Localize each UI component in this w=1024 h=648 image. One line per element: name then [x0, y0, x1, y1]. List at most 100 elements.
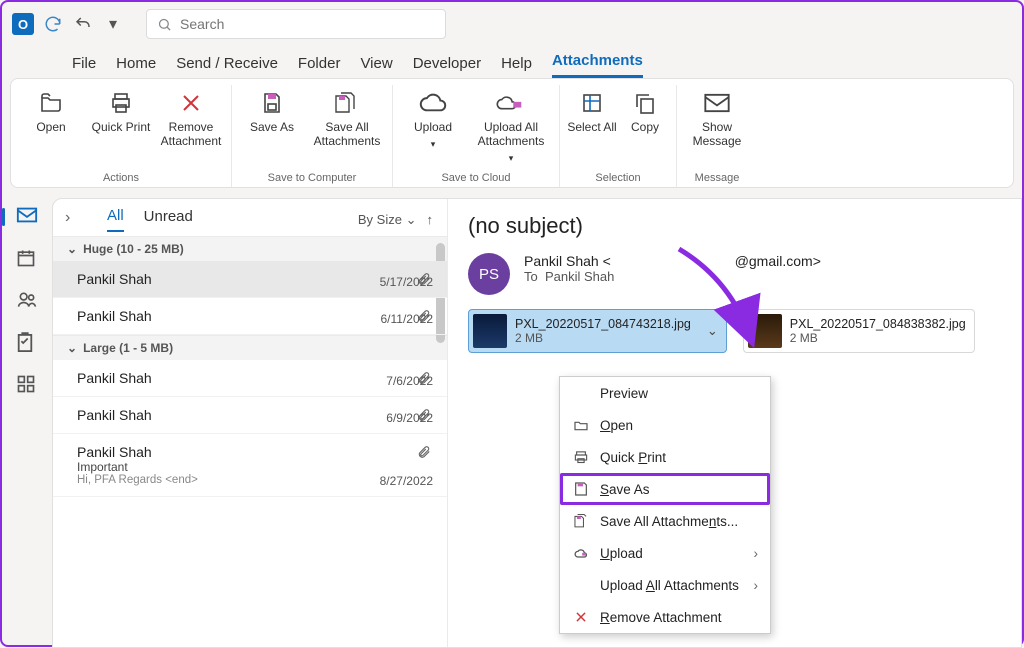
ribbon: Open Quick Print Remove Attachment Actio… — [10, 78, 1014, 188]
floppy-multi-icon — [331, 89, 363, 117]
apps-icon[interactable] — [16, 374, 38, 396]
upload-button[interactable]: Upload▾ — [399, 85, 467, 169]
menu-quick-print[interactable]: Quick Print — [560, 441, 770, 473]
sort-direction-icon[interactable]: ↑ — [427, 212, 434, 227]
sync-icon[interactable] — [42, 13, 64, 35]
ribbon-group-save-computer: Save As Save All Attachments Save to Com… — [232, 85, 393, 187]
attachment-row: PXL_20220517_084743218.jpg 2 MB ⌄ PXL_20… — [468, 309, 1001, 353]
message-item[interactable]: Pankil Shah Important Hi, PFA Regards <e… — [53, 434, 447, 497]
tasks-icon[interactable] — [16, 332, 38, 354]
x-icon — [572, 608, 590, 626]
message-list: › All Unread By Size ⌄ ↑ ⌄Huge (10 - 25 … — [53, 199, 448, 647]
menu-preview[interactable]: Preview — [560, 377, 770, 409]
from-info: Pankil Shah < @gmail.com> To Pankil Shah — [524, 253, 821, 284]
ribbon-group-label: Save to Computer — [268, 169, 357, 187]
ribbon-group-selection: Select All Copy Selection — [560, 85, 677, 187]
attachment-name: PXL_20220517_084838382.jpg — [790, 317, 966, 331]
ribbon-group-label: Message — [695, 169, 740, 187]
envelope-icon — [701, 89, 733, 117]
open-button[interactable]: Open — [17, 85, 85, 169]
chevron-down-icon[interactable]: ⌄ — [707, 323, 718, 339]
left-rail — [2, 198, 52, 648]
message-item[interactable]: Pankil Shah 6/9/2022 — [53, 397, 447, 434]
message-item[interactable]: Pankil Shah 7/6/2022 — [53, 360, 447, 397]
menu-save-all[interactable]: Save All Attachments... — [560, 505, 770, 537]
chevron-down-icon[interactable]: ▾ — [102, 13, 124, 35]
chevron-down-icon: ⌄ — [67, 242, 77, 256]
sort-dropdown[interactable]: By Size ⌄ — [358, 212, 417, 228]
folder-open-icon — [572, 416, 590, 434]
filter-bar: All Unread By Size ⌄ ↑ — [53, 199, 447, 236]
ribbon-group-save-cloud: Upload▾ Upload All Attachments▾ Save to … — [393, 85, 560, 187]
tab-home[interactable]: Home — [116, 55, 156, 78]
remove-attachment-button[interactable]: Remove Attachment — [157, 85, 225, 169]
show-message-button[interactable]: Show Message — [683, 85, 751, 169]
submenu-arrow-icon: › — [754, 546, 759, 561]
chevron-down-icon: ⌄ — [406, 212, 417, 227]
attachment-size: 2 MB — [790, 331, 966, 345]
folder-open-icon — [35, 89, 67, 117]
outlook-logo: O — [12, 13, 34, 35]
menu-open[interactable]: Open — [560, 409, 770, 441]
attachment-size: 2 MB — [515, 331, 691, 345]
attachment-thumbnail — [473, 314, 507, 348]
ribbon-group-label: Selection — [595, 169, 640, 187]
tab-developer[interactable]: Developer — [413, 55, 481, 78]
message-item[interactable]: Pankil Shah 5/17/2022 — [53, 261, 447, 298]
attachment-context-menu: Preview Open Quick Print Save As Save Al… — [559, 376, 771, 634]
tab-folder[interactable]: Folder — [298, 55, 341, 78]
floppy-icon — [572, 480, 590, 498]
ribbon-group-actions: Open Quick Print Remove Attachment Actio… — [11, 85, 232, 187]
message-item[interactable]: Pankil Shah 6/11/2022 — [53, 298, 447, 335]
undo-icon[interactable] — [72, 13, 94, 35]
content-area: › All Unread By Size ⌄ ↑ ⌄Huge (10 - 25 … — [52, 198, 1022, 648]
cloud-multi-icon — [495, 89, 527, 117]
menu-remove-attachment[interactable]: Remove Attachment — [560, 601, 770, 633]
message-subject: (no subject) — [468, 213, 1001, 239]
tab-send-receive[interactable]: Send / Receive — [176, 55, 278, 78]
floppy-icon — [256, 89, 288, 117]
save-as-button[interactable]: Save As — [238, 85, 306, 169]
section-header-huge[interactable]: ⌄Huge (10 - 25 MB) — [53, 236, 447, 261]
paperclip-icon — [417, 444, 431, 460]
mail-icon[interactable] — [16, 206, 38, 228]
submenu-arrow-icon: › — [754, 578, 759, 593]
tab-view[interactable]: View — [360, 55, 392, 78]
cloud-icon — [572, 544, 590, 562]
attachment-card[interactable]: PXL_20220517_084838382.jpg 2 MB — [743, 309, 975, 353]
menu-save-as[interactable]: Save As — [560, 473, 770, 505]
filter-all[interactable]: All — [107, 207, 124, 232]
search-box[interactable] — [146, 9, 446, 39]
select-all-button[interactable]: Select All — [566, 85, 618, 169]
tab-attachments[interactable]: Attachments — [552, 52, 643, 78]
main-area: › All Unread By Size ⌄ ↑ ⌄Huge (10 - 25 … — [2, 198, 1022, 648]
filter-unread[interactable]: Unread — [144, 208, 193, 231]
ribbon-group-label: Actions — [103, 169, 139, 187]
avatar: PS — [468, 253, 510, 295]
printer-icon — [105, 89, 137, 117]
collapse-chevron-icon[interactable]: › — [65, 209, 70, 227]
printer-icon — [572, 448, 590, 466]
attachment-card[interactable]: PXL_20220517_084743218.jpg 2 MB ⌄ — [468, 309, 727, 353]
x-icon — [175, 89, 207, 117]
section-header-large[interactable]: ⌄Large (1 - 5 MB) — [53, 335, 447, 360]
people-icon[interactable] — [16, 290, 38, 312]
save-all-button[interactable]: Save All Attachments — [308, 85, 386, 169]
search-input[interactable] — [180, 16, 435, 32]
floppy-multi-icon — [572, 512, 590, 530]
tab-file[interactable]: File — [72, 55, 96, 78]
ribbon-group-label: Save to Cloud — [441, 169, 510, 187]
calendar-icon[interactable] — [16, 248, 38, 270]
tab-help[interactable]: Help — [501, 55, 532, 78]
search-icon — [157, 17, 172, 32]
attachment-thumbnail — [748, 314, 782, 348]
menu-upload[interactable]: Upload› — [560, 537, 770, 569]
copy-button[interactable]: Copy — [620, 85, 670, 169]
quick-print-button[interactable]: Quick Print — [87, 85, 155, 169]
select-all-icon — [576, 89, 608, 117]
menu-upload-all[interactable]: Upload All Attachments› — [560, 569, 770, 601]
chevron-down-icon: ⌄ — [67, 341, 77, 355]
title-bar: O ▾ — [2, 2, 1022, 46]
upload-all-button[interactable]: Upload All Attachments▾ — [469, 85, 553, 169]
ribbon-tabs: File Home Send / Receive Folder View Dev… — [2, 46, 1022, 78]
